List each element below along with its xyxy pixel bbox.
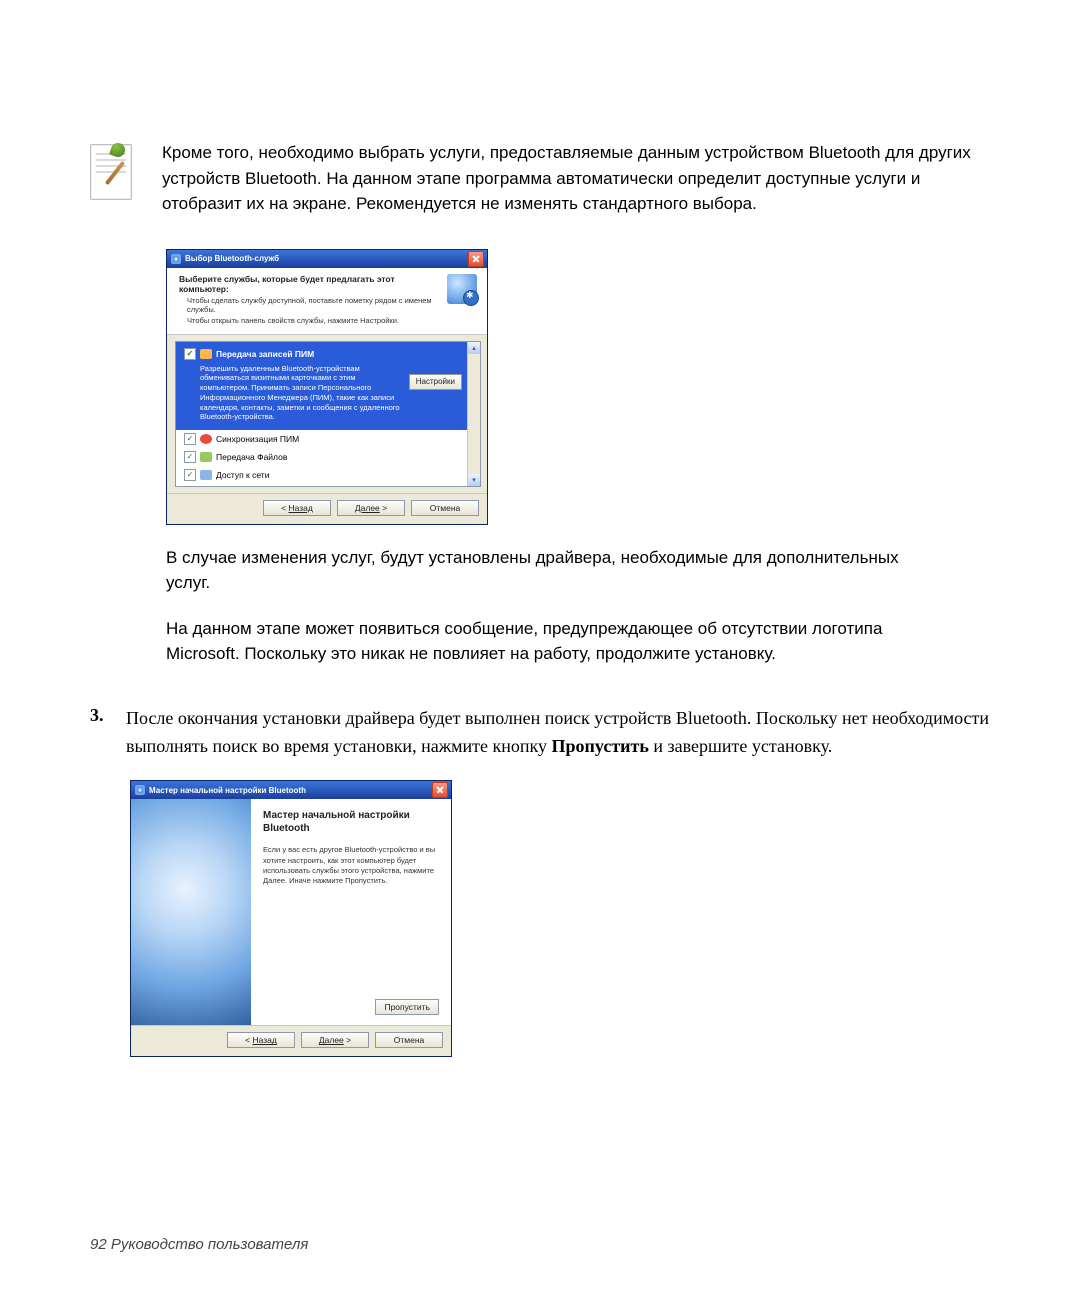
service-item[interactable]: ✓ Доступ к сети	[176, 466, 468, 484]
back-button[interactable]: < Назад	[227, 1032, 295, 1048]
service-item[interactable]: ✓ Передача Файлов	[176, 448, 468, 466]
note-icon	[90, 140, 138, 200]
network-access-icon	[200, 470, 212, 480]
services-list[interactable]: ✓ Передача записей ПИМ Разрешить удаленн…	[175, 341, 481, 487]
skip-button[interactable]: Пропустить	[375, 999, 439, 1015]
dialog-title: Мастер начальной настройки Bluetooth	[149, 786, 432, 795]
pim-transfer-icon	[200, 349, 212, 359]
service-name: Синхронизация ПИМ	[216, 434, 299, 444]
paragraph: В случае изменения услуг, будут установл…	[166, 545, 906, 596]
scroll-up-icon[interactable]: ▴	[468, 342, 480, 354]
service-name: Передача записей ПИМ	[216, 349, 314, 359]
note-text: Кроме того, необходимо выбрать услуги, п…	[162, 140, 990, 217]
cancel-button[interactable]: Отмена	[411, 500, 479, 516]
settings-button[interactable]: Настройки	[409, 374, 462, 390]
checkbox-checked-icon[interactable]: ✓	[184, 433, 196, 445]
dialog-header: Выберите службы, которые будет предлагат…	[167, 268, 487, 335]
checkbox-checked-icon[interactable]: ✓	[184, 469, 196, 481]
service-name: Передача Файлов	[216, 452, 287, 462]
scrollbar[interactable]: ▴ ▾	[467, 342, 480, 486]
cancel-button[interactable]: Отмена	[375, 1032, 443, 1048]
next-button[interactable]: Далее >	[301, 1032, 369, 1048]
globe-image	[131, 799, 251, 1025]
step-3: 3. После окончания установки драйвера бу…	[90, 705, 990, 761]
file-transfer-icon	[200, 452, 212, 462]
monitor-bluetooth-icon	[447, 274, 477, 304]
close-icon[interactable]	[432, 782, 448, 798]
titlebar[interactable]: Выбор Bluetooth-служб	[167, 250, 487, 268]
service-item-selected[interactable]: ✓ Передача записей ПИМ Разрешить удаленн…	[176, 342, 468, 431]
service-item[interactable]: ✓ Синхронизация ПИМ	[176, 430, 468, 448]
dialog-bluetooth-services: Выбор Bluetooth-служб Выберите службы, к…	[166, 249, 488, 525]
checkbox-checked-icon[interactable]: ✓	[184, 348, 196, 360]
header-instruction: Выберите службы, которые будет предлагат…	[179, 274, 441, 294]
service-description: Разрешить удаленным Bluetooth-устройства…	[184, 364, 403, 423]
header-subtext-1: Чтобы сделать службу доступной, поставьт…	[179, 296, 441, 315]
back-button[interactable]: < Назад	[263, 500, 331, 516]
bluetooth-icon	[135, 785, 145, 795]
titlebar[interactable]: Мастер начальной настройки Bluetooth	[131, 781, 451, 799]
note-block: Кроме того, необходимо выбрать услуги, п…	[90, 140, 990, 217]
dialog-bluetooth-wizard: Мастер начальной настройки Bluetooth Мас…	[130, 780, 452, 1057]
wizard-heading: Мастер начальной настройки Bluetooth	[263, 809, 439, 835]
bluetooth-icon	[171, 254, 181, 264]
step-text: После окончания установки драйвера будет…	[126, 705, 990, 761]
close-icon[interactable]	[468, 251, 484, 267]
wizard-description: Если у вас есть другое Bluetooth-устройс…	[263, 845, 439, 886]
header-subtext-2: Чтобы открыть панель свойств службы, наж…	[179, 316, 441, 325]
paragraph: На данном этапе может появиться сообщени…	[166, 616, 906, 667]
checkbox-checked-icon[interactable]: ✓	[184, 451, 196, 463]
next-button[interactable]: Далее >	[337, 500, 405, 516]
service-item[interactable]: ✓ Dial-up Networking	[176, 484, 468, 487]
step-number: 3.	[90, 705, 126, 761]
dialog-title: Выбор Bluetooth-служб	[185, 254, 468, 263]
page-footer: 92 Руководство пользователя	[90, 1236, 308, 1253]
service-name: Доступ к сети	[216, 470, 269, 480]
pim-sync-icon	[200, 434, 212, 444]
scroll-down-icon[interactable]: ▾	[468, 474, 480, 486]
